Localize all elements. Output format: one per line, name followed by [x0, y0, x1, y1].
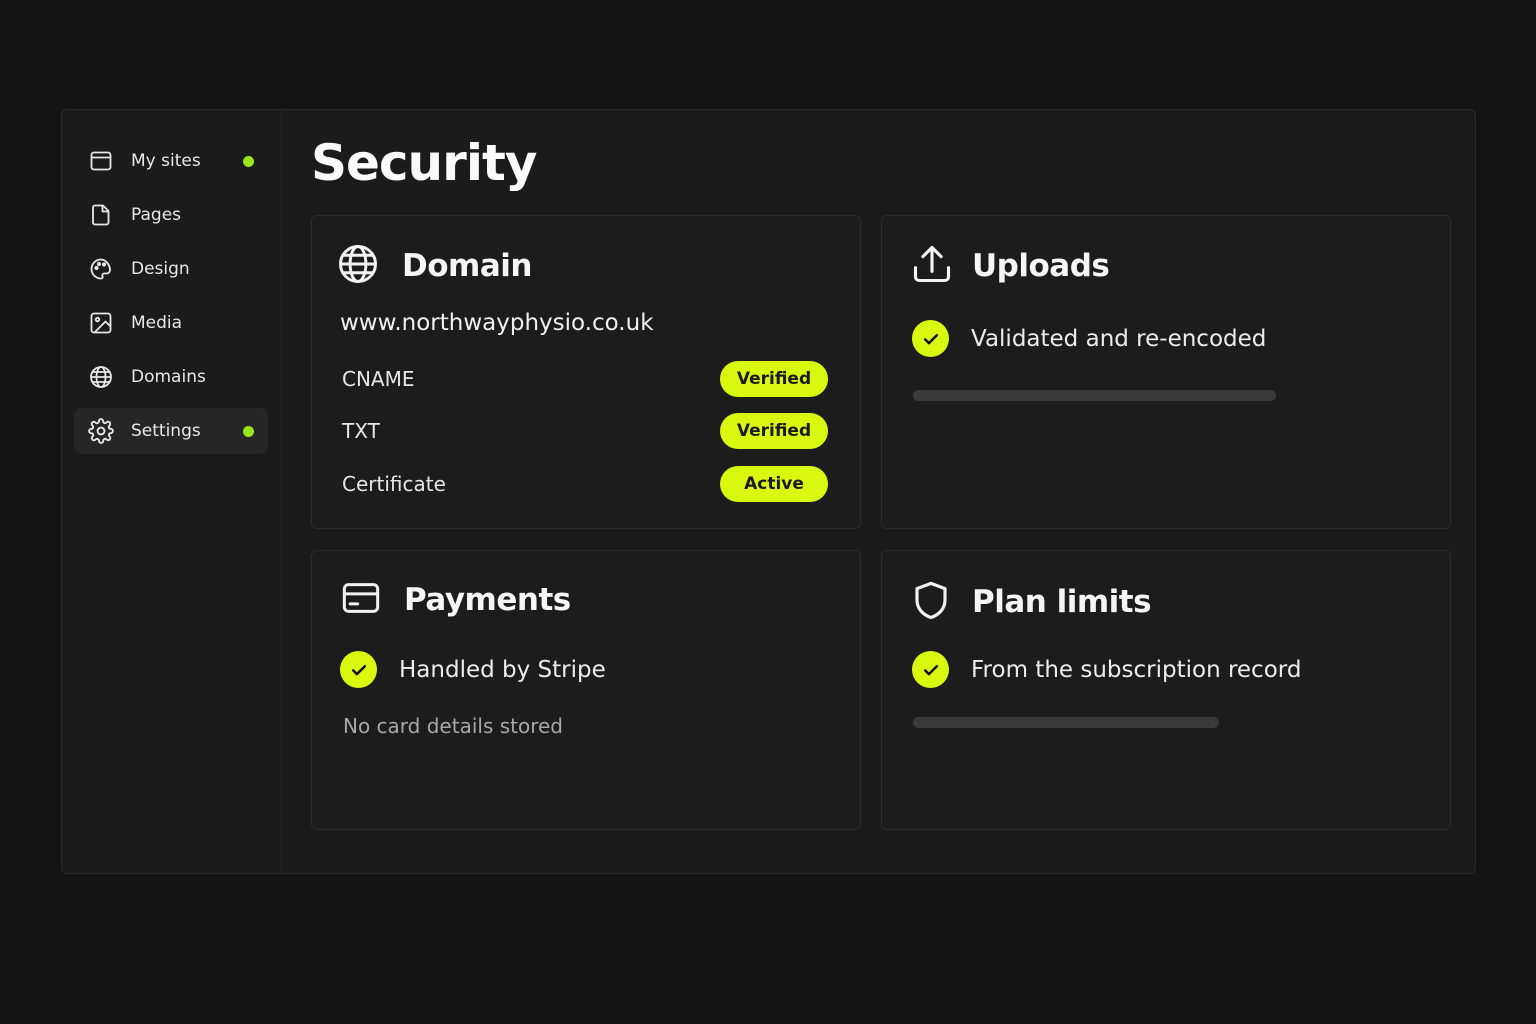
payments-card: Payments Handled by Stripe No card detai… — [311, 550, 861, 830]
main-content: Security Domain www.northwayphysio.co.uk… — [282, 110, 1475, 873]
record-label: CNAME — [342, 367, 415, 391]
sidebar-item-label: My sites — [131, 151, 201, 171]
status-dot — [243, 156, 254, 167]
check-icon — [340, 651, 377, 688]
status-dot — [243, 426, 254, 437]
status-check-row: Handled by Stripe — [340, 651, 606, 688]
uploads-card: Uploads Validated and re-encoded — [881, 215, 1451, 529]
sidebar-item-settings[interactable]: Settings — [74, 408, 268, 454]
card-title: Plan limits — [972, 584, 1152, 620]
sidebar-item-domains[interactable]: Domains — [74, 354, 268, 400]
sidebar-item-label: Domains — [131, 367, 206, 387]
page-title: Security — [311, 134, 537, 192]
sidebar-item-label: Pages — [131, 205, 182, 225]
placeholder-bar — [913, 390, 1276, 401]
credit-card-icon — [340, 578, 382, 622]
status-text: Handled by Stripe — [399, 656, 606, 683]
status-badge: Verified — [720, 413, 828, 449]
card-title: Payments — [404, 582, 571, 618]
status-text: Validated and re-encoded — [971, 325, 1267, 352]
shield-icon — [910, 578, 952, 626]
dns-record-row: CNAME Verified — [342, 360, 828, 398]
status-check-row: Validated and re-encoded — [912, 320, 1266, 357]
sidebar-item-my-sites[interactable]: My sites — [74, 138, 268, 184]
status-badge: Active — [720, 466, 828, 502]
plan-limits-card: Plan limits From the subscription record — [881, 550, 1451, 830]
sidebar-item-label: Design — [131, 259, 190, 279]
domain-url: www.northwayphysio.co.uk — [340, 310, 654, 336]
card-title: Uploads — [972, 248, 1110, 284]
document-icon — [88, 202, 114, 228]
sidebar-item-pages[interactable]: Pages — [74, 192, 268, 238]
browser-window-icon — [88, 148, 114, 174]
sidebar-item-design[interactable]: Design — [74, 246, 268, 292]
record-label: Certificate — [342, 472, 446, 496]
sidebar-item-label: Settings — [131, 421, 201, 441]
sidebar-item-label: Media — [131, 313, 183, 333]
placeholder-bar — [913, 717, 1219, 728]
sidebar-item-media[interactable]: Media — [74, 300, 268, 346]
gear-icon — [88, 418, 114, 444]
upload-icon — [910, 242, 954, 290]
sidebar: My sites Pages Design Media Domains Sett… — [62, 110, 282, 873]
app-window: My sites Pages Design Media Domains Sett… — [61, 109, 1476, 874]
check-icon — [912, 320, 949, 357]
card-title: Domain — [402, 248, 532, 284]
globe-icon — [88, 364, 114, 390]
status-badge: Verified — [720, 361, 828, 397]
certificate-row: Certificate Active — [342, 465, 828, 503]
domain-card: Domain www.northwayphysio.co.uk CNAME Ve… — [311, 215, 861, 529]
palette-icon — [88, 256, 114, 282]
dns-record-row: TXT Verified — [342, 412, 828, 450]
record-label: TXT — [342, 419, 380, 443]
payments-note: No card details stored — [343, 714, 563, 738]
check-icon — [912, 651, 949, 688]
status-check-row: From the subscription record — [912, 651, 1301, 688]
image-icon — [88, 310, 114, 336]
globe-icon — [337, 243, 379, 289]
status-text: From the subscription record — [971, 656, 1302, 683]
